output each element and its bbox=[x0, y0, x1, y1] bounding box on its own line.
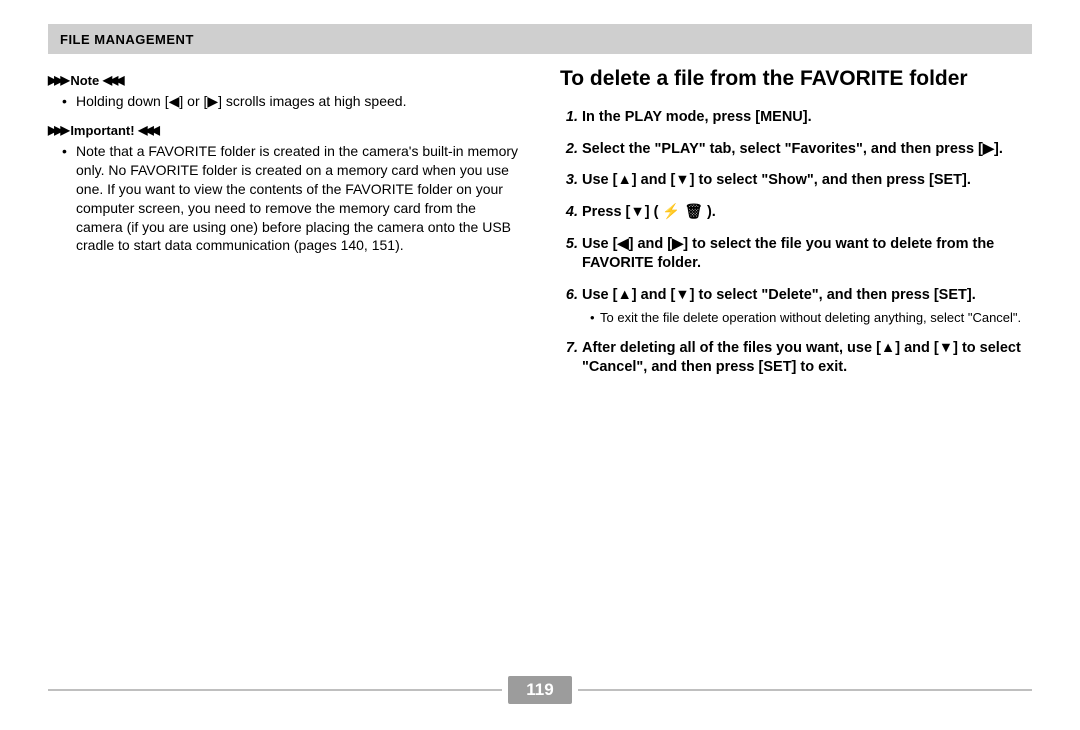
step-5: Use [◀] and [▶] to select the file you w… bbox=[582, 235, 1032, 274]
manual-page: File Management ▶▶▶ Note ◀◀◀ Holding dow… bbox=[0, 0, 1080, 730]
note-bullet: Holding down [◀] or [▶] scrolls images a… bbox=[72, 92, 520, 111]
right-column: To delete a file from the FAVORITE folde… bbox=[560, 66, 1032, 390]
footer-rule-left bbox=[48, 689, 502, 691]
step-7: After deleting all of the files you want… bbox=[582, 339, 1032, 378]
note-label-text: Note bbox=[70, 73, 99, 88]
important-label: ▶▶▶ Important! ◀◀◀ bbox=[48, 122, 520, 140]
page-footer: 119 bbox=[48, 676, 1032, 704]
footer-rule-right bbox=[578, 689, 1032, 691]
note-label: ▶▶▶ Note ◀◀◀ bbox=[48, 72, 520, 90]
note-body: Holding down [◀] or [▶] scrolls images a… bbox=[48, 92, 520, 111]
procedure-steps: In the PLAY mode, press [MENU]. Select t… bbox=[560, 108, 1032, 378]
page-number: 119 bbox=[508, 676, 571, 704]
rewind-icon: ◀◀◀ bbox=[103, 73, 122, 87]
important-label-text: Important! bbox=[70, 123, 134, 138]
step-6: Use [▲] and [▼] to select "Delete", and … bbox=[582, 286, 1032, 327]
fastforward-icon: ▶▶▶ bbox=[48, 73, 67, 87]
two-column-layout: ▶▶▶ Note ◀◀◀ Holding down [◀] or [▶] scr… bbox=[48, 66, 1032, 390]
left-column: ▶▶▶ Note ◀◀◀ Holding down [◀] or [▶] scr… bbox=[48, 66, 520, 390]
step-6-sub: To exit the file delete operation withou… bbox=[582, 309, 1032, 327]
important-bullet: Note that a FAVORITE folder is created i… bbox=[72, 142, 520, 255]
section-header-title: File Management bbox=[60, 32, 194, 47]
fastforward-icon: ▶▶▶ bbox=[48, 123, 67, 137]
step-4: Press [▼] ( ⚡ 🗑 ). bbox=[582, 203, 1032, 223]
step-3: Use [▲] and [▼] to select "Show", and th… bbox=[582, 171, 1032, 191]
important-body: Note that a FAVORITE folder is created i… bbox=[48, 142, 520, 255]
section-header-bar: File Management bbox=[48, 24, 1032, 54]
procedure-title: To delete a file from the FAVORITE folde… bbox=[560, 66, 1032, 92]
step-2: Select the "PLAY" tab, select "Favorites… bbox=[582, 140, 1032, 160]
rewind-icon: ◀◀◀ bbox=[138, 123, 157, 137]
step-1: In the PLAY mode, press [MENU]. bbox=[582, 108, 1032, 128]
